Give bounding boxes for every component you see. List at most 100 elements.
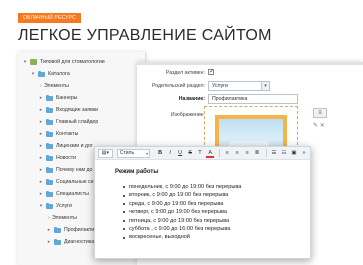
style-select-value: Стиль — [119, 149, 135, 156]
toolbar-divider — [266, 149, 267, 157]
tree-item-service-elements[interactable]: › Элементы — [46, 212, 77, 224]
screen: Облачный ресурс ЛЕГКОЕ УПРАВЛЕНИЕ САЙТОМ… — [0, 0, 363, 265]
tree-item-requests[interactable]: ▸ Входящие заявки — [38, 104, 98, 116]
tree-item-label: Почему нам до — [56, 167, 93, 173]
list-icon[interactable]: ☰ — [270, 149, 278, 158]
form-header-bar — [137, 62, 363, 65]
tree-item-elements[interactable]: › Элементы — [38, 80, 69, 92]
chevron-right-icon[interactable]: ▸ — [38, 92, 44, 104]
tree-item-prophylaxis[interactable]: ▸ Профилакти — [46, 224, 94, 236]
folder-icon — [46, 142, 53, 149]
tree-item-label: Элементы — [52, 215, 77, 221]
schedule-item: вторник, с 9:00 до 19:00 без перерыва — [123, 191, 241, 199]
folder-icon — [46, 94, 53, 101]
schedule-heading: Режим работы — [115, 169, 159, 175]
html-editor: ▤▾ Стиль ▾ B I U S Ꭲ A ≡ ≡ ≡ ≣ ☰ ☷ ▣ » Р… — [94, 146, 311, 259]
chevron-down-icon[interactable]: ▾ — [22, 56, 28, 68]
folder-icon — [46, 154, 53, 161]
name-input[interactable]: Профилактика — [208, 94, 298, 104]
tree-item-why-us[interactable]: ▸ Почему нам до — [38, 164, 92, 176]
tree-item-label: Элементы — [44, 83, 69, 89]
parent-section-label: Родительский раздел: — [152, 83, 205, 89]
style-select[interactable]: Стиль ▾ — [116, 148, 151, 158]
chevron-right-icon[interactable]: ▸ — [38, 164, 44, 176]
chevron-down-icon: ▾ — [261, 82, 269, 90]
chevron-right-icon[interactable]: ▸ — [38, 188, 44, 200]
view-mode-icon[interactable]: ▤▾ — [98, 148, 113, 158]
align-justify-icon[interactable]: ≣ — [253, 149, 261, 158]
folder-icon — [46, 118, 53, 125]
folder-icon — [54, 238, 61, 245]
more-icon[interactable]: » — [300, 149, 308, 158]
tree-item-label: Баннеры — [56, 95, 78, 101]
tree-item-label: Контакты — [56, 131, 79, 137]
italic-icon[interactable]: I — [166, 149, 174, 158]
tree-item-label: Специалисты — [56, 191, 89, 197]
folder-icon — [46, 202, 53, 209]
tree-item-services[interactable]: ▾ Услуги — [38, 200, 72, 212]
align-center-icon[interactable]: ≡ — [233, 149, 241, 158]
chevron-right-icon[interactable]: ▸ — [38, 176, 44, 188]
chevron-down-icon[interactable]: ▾ — [30, 68, 36, 80]
align-left-icon[interactable]: ≡ — [223, 149, 231, 158]
list-numbered-icon[interactable]: ☷ — [280, 149, 288, 158]
chevron-right-icon[interactable]: ▸ — [38, 116, 44, 128]
schedule-list: понедельник, с 9:00 до 19:00 без перерыв… — [123, 183, 241, 242]
database-icon — [30, 59, 37, 65]
folder-icon — [38, 70, 45, 77]
folder-icon — [46, 178, 53, 185]
active-checkbox[interactable]: ✓ — [208, 69, 214, 75]
tree-item-social[interactable]: ▸ Социальные се — [38, 176, 94, 188]
tree-item-banners[interactable]: ▸ Баннеры — [38, 92, 78, 104]
remove-format-icon[interactable]: Ꭲ — [196, 149, 204, 158]
tree-item-diagnostics[interactable]: ▸ Диагностика — [46, 236, 94, 248]
chevron-right-icon[interactable]: ▸ — [38, 140, 44, 152]
tree-item-label: Социальные се — [56, 179, 94, 185]
menu-icon[interactable]: ≡ — [313, 108, 327, 118]
chevron-right-icon[interactable]: ▸ — [46, 236, 52, 248]
header-tag: Облачный ресурс — [18, 13, 81, 23]
tree-item-slider[interactable]: ▸ Главный слайдер — [38, 116, 98, 128]
tree-item-label: Диагностика — [64, 239, 95, 245]
schedule-item: четверг, с 9:00 до 19:00 без перерыва — [123, 208, 241, 216]
image-label: Изображение: — [170, 112, 205, 118]
chevron-down-icon[interactable]: ▾ — [38, 200, 44, 212]
schedule-item: суббота , с 9:00 до 16:00 без перерыва — [123, 225, 241, 233]
schedule-item: пятница, с 9:00 до 19:00 без перерыва — [123, 217, 241, 225]
toolbar-divider — [219, 149, 221, 157]
bold-icon[interactable]: B — [156, 149, 164, 158]
page-title: ЛЕГКОЕ УПРАВЛЕНИЕ САЙТОМ — [18, 27, 272, 44]
chevron-right-icon[interactable]: ▸ — [38, 128, 44, 140]
tree-item-label: Каталогa — [48, 71, 70, 77]
tree-item-licenses[interactable]: ▸ Лицензии и дог — [38, 140, 93, 152]
text-color-icon[interactable]: A — [206, 149, 215, 158]
folder-icon — [46, 166, 53, 173]
editor-toolbar: ▤▾ Стиль ▾ B I U S Ꭲ A ≡ ≡ ≡ ≣ ☰ ☷ ▣ » — [95, 147, 310, 160]
image-icon[interactable]: ▣ — [290, 149, 298, 158]
tree-item-news[interactable]: ▸ Новости — [38, 152, 76, 164]
image-tools-icon[interactable]: ✎ ✕ — [313, 122, 333, 130]
tree-item-label: Профилакти — [64, 227, 95, 233]
tree-item-label: Лицензии и дог — [56, 143, 93, 149]
chevron-down-icon: ▾ — [146, 150, 149, 156]
tree-item-label: Входящие заявки — [56, 107, 99, 113]
parent-section-select[interactable]: Услуги ▾ — [208, 81, 270, 91]
folder-icon — [46, 130, 53, 137]
strikethrough-icon[interactable]: S — [186, 149, 194, 158]
schedule-item: понедельник, с 9:00 до 19:00 без перерыв… — [123, 183, 241, 191]
align-right-icon[interactable]: ≡ — [243, 149, 251, 158]
tree-item-specialists[interactable]: ▸ Специалисты — [38, 188, 89, 200]
tree-item-label: Типовой для стоматологии — [40, 59, 105, 65]
underline-icon[interactable]: U — [176, 149, 184, 158]
tree-item-contacts[interactable]: ▸ Контакты — [38, 128, 78, 140]
chevron-right-icon[interactable]: ▸ — [38, 104, 44, 116]
folder-icon — [46, 106, 53, 113]
tree-item-root[interactable]: ▾ Типовой для стоматологии — [22, 56, 105, 68]
schedule-item: воскресенье, выходной — [123, 233, 241, 241]
chevron-right-icon[interactable]: ▸ — [46, 224, 52, 236]
parent-section-value: Услуги — [212, 83, 228, 89]
active-label: Раздел активен: — [166, 70, 205, 76]
tree-item-catalog[interactable]: ▾ Каталогa — [30, 68, 70, 80]
chevron-right-icon[interactable]: ▸ — [38, 152, 44, 164]
tree-item-label: Главный слайдер — [56, 119, 99, 125]
